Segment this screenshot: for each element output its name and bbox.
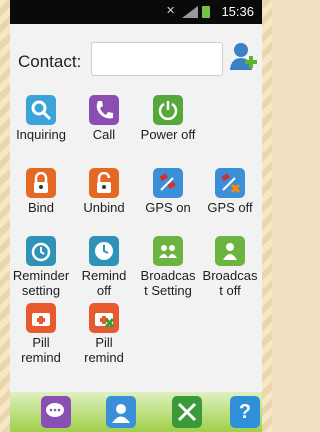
alarm-clock-icon bbox=[26, 236, 56, 266]
lock-closed-icon bbox=[26, 168, 56, 198]
power-icon bbox=[153, 95, 183, 125]
function-tile[interactable]: Unbind bbox=[73, 168, 135, 215]
tools-icon[interactable] bbox=[172, 396, 202, 428]
satellite-icon bbox=[153, 168, 183, 198]
function-tile[interactable]: Pill remind bbox=[10, 303, 72, 365]
function-tile[interactable]: Remind off bbox=[73, 236, 135, 298]
add-contact-icon[interactable] bbox=[228, 38, 258, 74]
contact-input[interactable] bbox=[91, 42, 223, 76]
tile-label: Bind bbox=[27, 200, 55, 215]
phone-screen: ✕ 15:36 Contact: Inquiring Call Power off B… bbox=[10, 0, 262, 432]
clock-off-icon bbox=[89, 236, 119, 266]
tile-label: Pill remind bbox=[84, 335, 124, 365]
tile-label: Broadcas t Setting bbox=[140, 268, 196, 298]
tile-label: Remind off bbox=[81, 268, 127, 298]
lock-open-icon bbox=[89, 168, 119, 198]
tile-label: Reminder setting bbox=[12, 268, 70, 298]
function-tile[interactable]: Bind bbox=[10, 168, 72, 215]
search-icon bbox=[26, 95, 56, 125]
tile-label: Power off bbox=[140, 127, 196, 142]
tile-label: Broadcas t off bbox=[202, 268, 258, 298]
tile-label: Pill remind bbox=[21, 335, 61, 365]
satellite-off-icon bbox=[215, 168, 245, 198]
function-tile[interactable]: GPS off bbox=[199, 168, 261, 215]
help-icon[interactable]: ? bbox=[230, 396, 260, 428]
contacts-icon[interactable] bbox=[106, 396, 136, 428]
status-time: 15:36 bbox=[221, 4, 254, 19]
function-tile[interactable]: Pill remind bbox=[73, 303, 135, 365]
medkit-icon bbox=[26, 303, 56, 333]
medkit-off-icon bbox=[89, 303, 119, 333]
phone-icon bbox=[89, 95, 119, 125]
status-bar: ✕ 15:36 bbox=[10, 0, 262, 24]
tile-label: Inquiring bbox=[16, 127, 66, 142]
signal-icon bbox=[182, 6, 198, 18]
function-tile[interactable]: Broadcas t Setting bbox=[137, 236, 199, 298]
function-tile[interactable]: GPS on bbox=[137, 168, 199, 215]
tile-label: Unbind bbox=[83, 200, 125, 215]
battery-icon bbox=[202, 6, 210, 18]
tile-label: GPS off bbox=[207, 200, 253, 215]
chat-icon[interactable] bbox=[41, 396, 71, 428]
function-tile[interactable]: Reminder setting bbox=[10, 236, 72, 298]
function-tile[interactable]: Inquiring bbox=[10, 95, 72, 142]
person-icon bbox=[215, 236, 245, 266]
wifi-off-icon: ✕ bbox=[166, 5, 176, 17]
group-icon bbox=[153, 236, 183, 266]
contact-row: Contact: bbox=[10, 38, 262, 78]
function-tile[interactable]: Power off bbox=[137, 95, 199, 142]
bottom-dock: ? bbox=[10, 392, 262, 432]
contact-label: Contact: bbox=[18, 52, 82, 71]
function-tile[interactable]: Call bbox=[73, 95, 135, 142]
tile-label: GPS on bbox=[145, 200, 191, 215]
tile-label: Call bbox=[92, 127, 116, 142]
function-tile[interactable]: Broadcas t off bbox=[199, 236, 261, 298]
